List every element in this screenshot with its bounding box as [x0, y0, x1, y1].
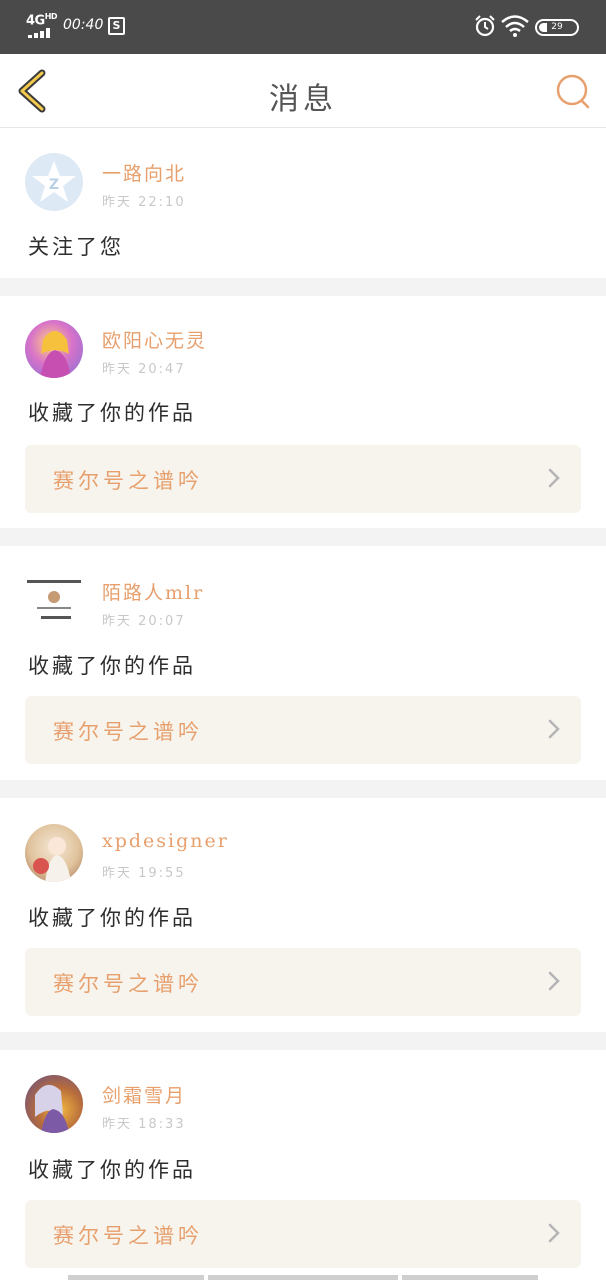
avatar[interactable]: Z [25, 153, 83, 211]
qzone-star-icon: Z [32, 161, 76, 202]
separator [0, 780, 606, 798]
work-link[interactable]: 赛尔号之谱吟 [25, 1200, 581, 1268]
separator [0, 278, 606, 296]
home-indicator [68, 1275, 204, 1280]
message-item[interactable]: 剑霜雪月 昨天 18:33 收藏了你的作品 赛尔号之谱吟 [0, 1050, 606, 1280]
timestamp: 昨天 22:10 [102, 195, 186, 210]
s-app-icon: S [108, 17, 125, 35]
search-icon[interactable] [554, 72, 592, 110]
timestamp: 昨天 20:07 [102, 614, 186, 629]
username[interactable]: 剑霜雪月 [102, 1081, 186, 1108]
timestamp: 昨天 20:47 [102, 362, 186, 377]
battery-level [539, 23, 547, 32]
username[interactable]: 欧阳心无灵 [102, 326, 207, 353]
status-time: 00:40 [63, 17, 104, 33]
separator [0, 528, 606, 546]
work-title: 赛尔号之谱吟 [53, 972, 203, 996]
separator [0, 1032, 606, 1050]
message-text: 收藏了你的作品 [28, 401, 196, 425]
username[interactable]: xpdesigner [102, 830, 229, 852]
avatar[interactable] [25, 1075, 83, 1133]
avatar-image [27, 580, 81, 619]
avatar[interactable] [25, 572, 83, 630]
svg-text:Z: Z [49, 177, 59, 193]
message-text: 关注了您 [28, 235, 124, 259]
message-text: 收藏了你的作品 [28, 654, 196, 678]
work-link[interactable]: 赛尔号之谱吟 [25, 445, 581, 513]
avatar[interactable] [25, 320, 83, 378]
message-text: 收藏了你的作品 [28, 906, 196, 930]
message-text: 收藏了你的作品 [28, 1158, 196, 1182]
message-item[interactable]: 陌路人mlr 昨天 20:07 收藏了你的作品 赛尔号之谱吟 [0, 546, 606, 780]
message-item[interactable]: Z 一路向北 昨天 22:10 关注了您 [0, 128, 606, 278]
message-item[interactable]: 欧阳心无灵 昨天 20:47 收藏了你的作品 赛尔号之谱吟 [0, 296, 606, 528]
chevron-right-icon [548, 971, 560, 991]
home-indicator [208, 1275, 398, 1280]
chevron-right-icon [548, 468, 560, 488]
network-indicator: 4GHD [26, 12, 58, 29]
timestamp: 昨天 19:55 [102, 866, 186, 881]
wifi-icon [501, 15, 529, 37]
status-bar: 4GHD 00:40 S 29 [0, 0, 606, 54]
work-link[interactable]: 赛尔号之谱吟 [25, 948, 581, 1016]
work-title: 赛尔号之谱吟 [53, 1224, 203, 1248]
signal-icon [28, 28, 54, 38]
avatar[interactable] [25, 824, 83, 882]
nav-bar: 消息 [0, 54, 606, 128]
timestamp: 昨天 18:33 [102, 1117, 186, 1132]
username[interactable]: 一路向北 [102, 159, 186, 186]
chevron-right-icon [548, 1223, 560, 1243]
avatar-image [33, 837, 71, 882]
battery-icon: 29 [535, 19, 579, 36]
home-indicator [402, 1275, 538, 1280]
avatar-image [40, 331, 71, 378]
alarm-icon [475, 15, 495, 37]
message-item[interactable]: xpdesigner 昨天 19:55 收藏了你的作品 赛尔号之谱吟 [0, 798, 606, 1032]
chevron-right-icon [548, 719, 560, 739]
username[interactable]: 陌路人mlr [102, 578, 204, 605]
work-title: 赛尔号之谱吟 [53, 720, 203, 744]
work-title: 赛尔号之谱吟 [53, 469, 203, 493]
page-title: 消息 [269, 82, 337, 117]
avatar-image [35, 1084, 69, 1133]
work-link[interactable]: 赛尔号之谱吟 [25, 696, 581, 764]
